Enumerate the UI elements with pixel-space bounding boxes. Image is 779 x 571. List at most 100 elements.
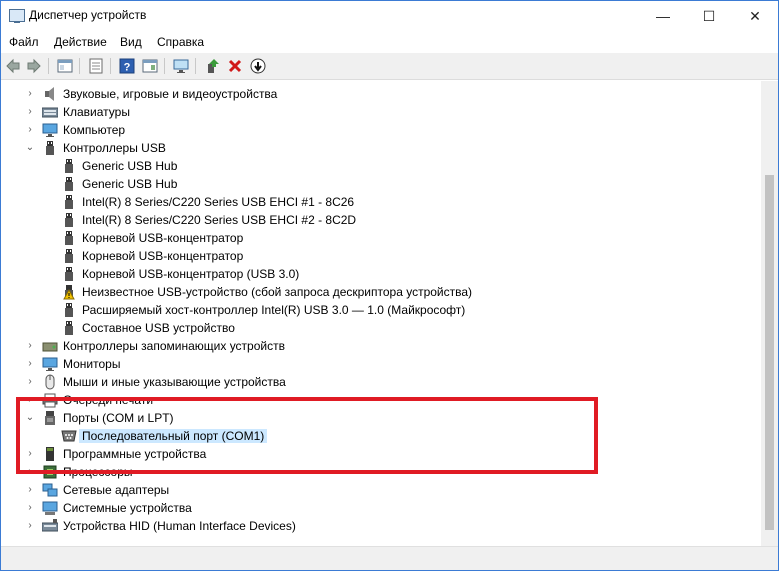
expand-chevron-icon[interactable]: › bbox=[24, 123, 36, 135]
back-arrow-icon[interactable] bbox=[4, 57, 22, 75]
window-title: Диспетчер устройств bbox=[29, 8, 147, 22]
maximize-icon: ☐ bbox=[702, 7, 716, 24]
menu-file[interactable]: Файл bbox=[9, 35, 39, 49]
menu-help[interactable]: Справка bbox=[157, 35, 204, 49]
disable-device-icon[interactable] bbox=[249, 57, 267, 75]
expand-chevron-icon[interactable]: › bbox=[24, 87, 36, 99]
tree-item-label: Компьютер bbox=[63, 123, 126, 137]
device-manager-app-icon bbox=[9, 9, 25, 23]
tree-item-device[interactable]: Generic USB Hub bbox=[1, 175, 741, 193]
vertical-scrollbar[interactable] bbox=[761, 81, 778, 546]
tree-item-label: Generic USB Hub bbox=[82, 159, 178, 173]
tree-item-device[interactable]: Корневой USB-концентратор (USB 3.0) bbox=[1, 265, 741, 283]
device-manager-window: Диспетчер устройств — ☐ ✕ Файл Действие … bbox=[0, 0, 779, 571]
tree-item-label: Процессоры bbox=[63, 465, 133, 479]
tree-item-category[interactable]: › Процессоры bbox=[1, 463, 741, 481]
system-icon bbox=[42, 500, 58, 516]
usb-icon bbox=[61, 158, 77, 174]
speaker-icon bbox=[42, 86, 58, 102]
toolbar-separator bbox=[79, 58, 80, 74]
expand-chevron-icon[interactable]: › bbox=[24, 483, 36, 495]
port-icon bbox=[42, 410, 58, 426]
toolbar-separator bbox=[195, 58, 196, 74]
usb-icon bbox=[61, 302, 77, 318]
action-pane-icon[interactable] bbox=[141, 57, 159, 75]
tree-item-device[interactable]: Расширяемый хост-контроллер Intel(R) USB… bbox=[1, 301, 741, 319]
tree-item-label: Программные устройства bbox=[63, 447, 207, 461]
expand-chevron-icon[interactable]: › bbox=[24, 519, 36, 531]
tree-item-device[interactable]: Корневой USB-концентратор bbox=[1, 229, 741, 247]
usb-icon bbox=[42, 140, 58, 156]
collapse-chevron-icon[interactable]: ⌄ bbox=[24, 141, 36, 153]
expand-chevron-icon[interactable]: › bbox=[24, 465, 36, 477]
menu-view[interactable]: Вид bbox=[120, 35, 142, 49]
tree-item-device[interactable]: Корневой USB-концентратор bbox=[1, 247, 741, 265]
tree-item-device[interactable]: Intel(R) 8 Series/C220 Series USB EHCI #… bbox=[1, 193, 741, 211]
monitor-icon bbox=[42, 356, 58, 372]
tree-item-label: Системные устройства bbox=[63, 501, 192, 515]
usb-icon bbox=[61, 230, 77, 246]
processor-icon bbox=[42, 464, 58, 480]
mouse-icon bbox=[42, 374, 58, 390]
tree-item-category[interactable]: › Мониторы bbox=[1, 355, 741, 373]
close-button[interactable]: ✕ bbox=[732, 1, 778, 31]
tree-item-device[interactable]: Неизвестное USB-устройство (сбой запроса… bbox=[1, 283, 741, 301]
expand-chevron-icon[interactable]: › bbox=[24, 339, 36, 351]
printer-icon bbox=[42, 392, 58, 408]
expand-chevron-icon[interactable]: › bbox=[24, 501, 36, 513]
toolbar-separator bbox=[164, 58, 165, 74]
usb-icon bbox=[61, 212, 77, 228]
minimize-button[interactable]: — bbox=[640, 1, 686, 31]
expand-chevron-icon[interactable]: › bbox=[24, 375, 36, 387]
tree-item-label: Составное USB устройство bbox=[82, 321, 235, 335]
tree-item-device[interactable]: Последовательный порт (COM1) bbox=[1, 427, 741, 445]
tree-item-label: Корневой USB-концентратор bbox=[82, 231, 244, 245]
tree-item-category[interactable]: › Системные устройства bbox=[1, 499, 741, 517]
usb-icon bbox=[61, 176, 77, 192]
status-bar bbox=[1, 546, 778, 570]
vertical-scrollbar-thumb[interactable] bbox=[765, 175, 774, 530]
tree-item-device[interactable]: Generic USB Hub bbox=[1, 157, 741, 175]
properties-pane-icon[interactable] bbox=[56, 57, 74, 75]
tree-item-category[interactable]: › Клавиатуры bbox=[1, 103, 741, 121]
forward-arrow-icon[interactable] bbox=[25, 57, 43, 75]
serial-port-icon bbox=[61, 428, 77, 444]
tree-item-category[interactable]: › Контроллеры запоминающих устройств bbox=[1, 337, 741, 355]
tree-item-category[interactable]: › Мыши и иные указывающие устройства bbox=[1, 373, 741, 391]
tree-item-category[interactable]: › Звуковые, игровые и видеоустройства bbox=[1, 85, 741, 103]
expand-chevron-icon[interactable]: › bbox=[24, 393, 36, 405]
keyboard-icon bbox=[42, 104, 58, 120]
tree-item-label: Расширяемый хост-контроллер Intel(R) USB… bbox=[82, 303, 466, 317]
device-tree[interactable]: › Звуковые, игровые и видеоустройства › Кла… bbox=[1, 81, 761, 546]
title-bar[interactable]: Диспетчер устройств — ☐ ✕ bbox=[1, 1, 778, 31]
tree-item-label: Корневой USB-концентратор bbox=[82, 249, 244, 263]
tree-item-label: Устройства HID (Human Interface Devices) bbox=[63, 519, 296, 533]
tree-item-device[interactable]: Intel(R) 8 Series/C220 Series USB EHCI #… bbox=[1, 211, 741, 229]
tree-item-label: Мониторы bbox=[63, 357, 121, 371]
tree-item-category[interactable]: › Устройства HID (Human Interface Devices… bbox=[1, 517, 741, 535]
tree-item-category[interactable]: › Компьютер bbox=[1, 121, 741, 139]
monitor-scan-icon[interactable] bbox=[172, 57, 190, 75]
tree-item-category[interactable]: ⌄ Контроллеры USB bbox=[1, 139, 741, 157]
expand-chevron-icon[interactable]: › bbox=[24, 447, 36, 459]
tree-item-category[interactable]: › Сетевые адаптеры bbox=[1, 481, 741, 499]
toolbar-separator bbox=[110, 58, 111, 74]
document-icon[interactable] bbox=[87, 57, 105, 75]
help-icon[interactable]: ? bbox=[118, 57, 136, 75]
update-driver-icon[interactable] bbox=[203, 57, 221, 75]
maximize-button[interactable]: ☐ bbox=[686, 1, 732, 31]
menu-action[interactable]: Действие bbox=[54, 35, 107, 49]
svg-text:?: ? bbox=[124, 62, 131, 74]
expand-chevron-icon[interactable]: › bbox=[24, 357, 36, 369]
collapse-chevron-icon[interactable]: ⌄ bbox=[24, 411, 36, 423]
tree-item-category[interactable]: › Очереди печати bbox=[1, 391, 741, 409]
tree-item-device[interactable]: Составное USB устройство bbox=[1, 319, 741, 337]
minimize-icon: — bbox=[656, 8, 670, 24]
tree-item-label: Generic USB Hub bbox=[82, 177, 178, 191]
expand-chevron-icon[interactable]: › bbox=[24, 105, 36, 117]
remove-device-icon[interactable] bbox=[226, 57, 244, 75]
tree-item-label: Корневой USB-концентратор (USB 3.0) bbox=[82, 267, 300, 281]
tree-item-category[interactable]: › Программные устройства bbox=[1, 445, 741, 463]
tree-item-category[interactable]: ⌄ Порты (COM и LPT) bbox=[1, 409, 741, 427]
storage-icon bbox=[42, 338, 58, 354]
